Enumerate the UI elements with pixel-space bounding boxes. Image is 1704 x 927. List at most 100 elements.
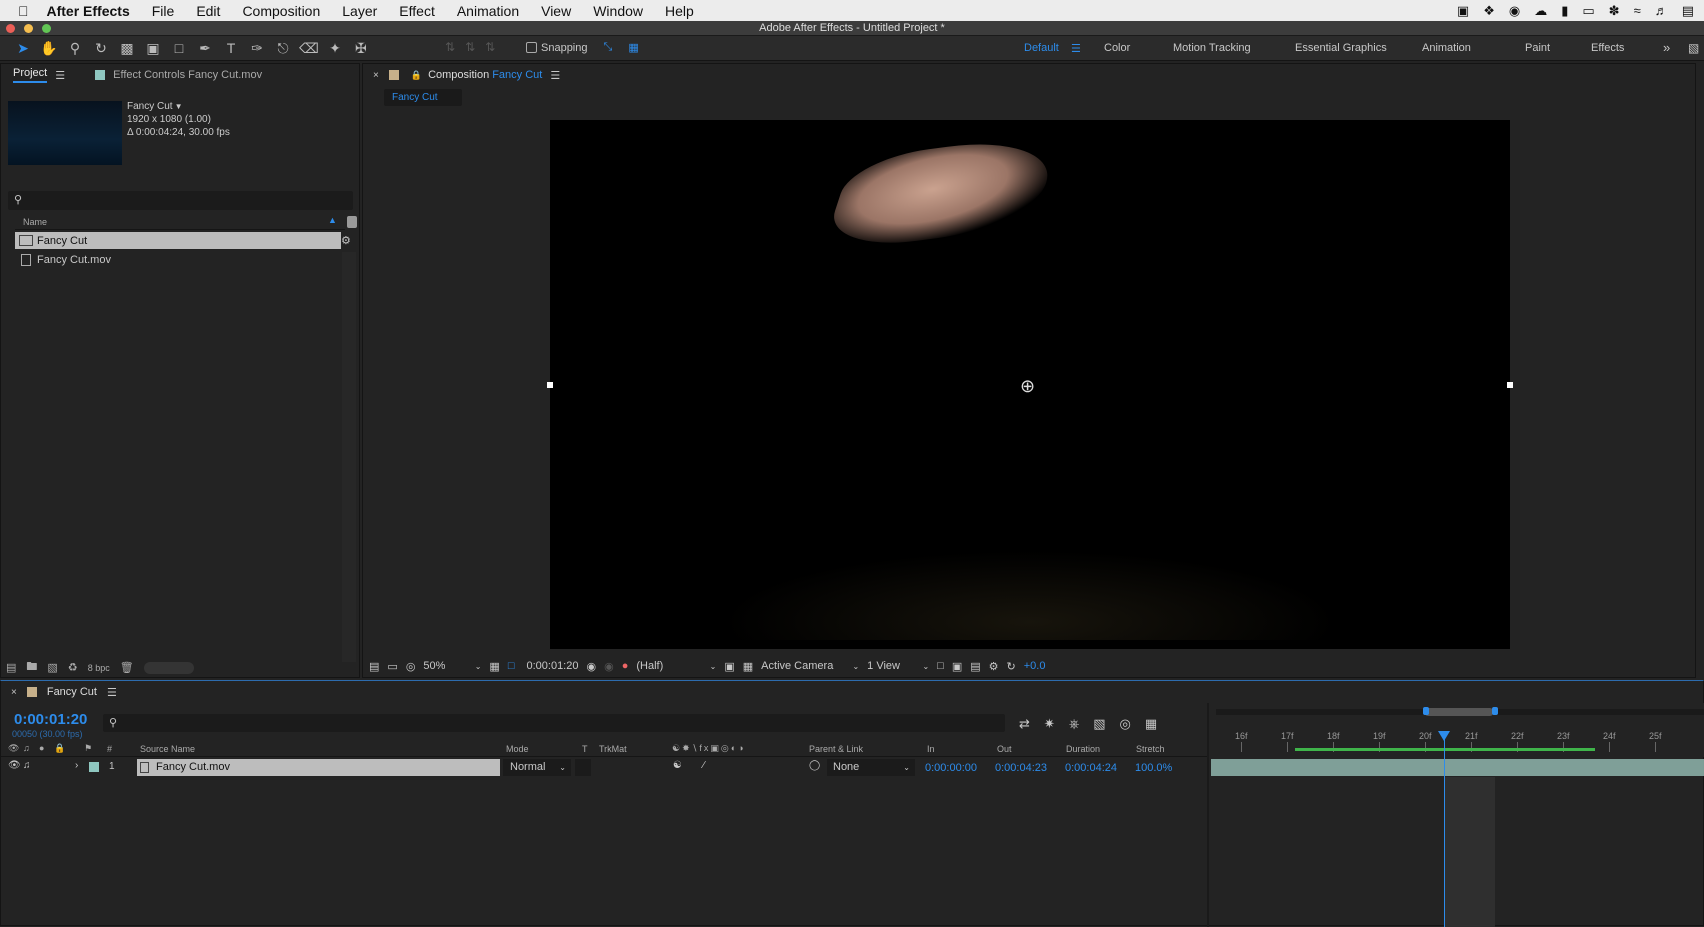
trash-icon[interactable]: 🗑 [120,661,134,674]
zoom-window-button[interactable] [42,24,51,33]
project-search-input[interactable]: ⚲ [8,191,353,210]
workspace-animation[interactable]: Animation [1422,42,1471,54]
flowchart-view-icon[interactable]: ⚙ [989,660,999,673]
audio-toggle-header-icon[interactable]: ♫ [23,743,30,753]
minimize-window-button[interactable] [24,24,33,33]
switches-header-icons[interactable]: ☯✸∖fx▣◎◐◑ [672,743,746,754]
creative-cloud-icon[interactable]: ◉ [1509,3,1520,19]
volume-icon[interactable]: ♬ [1655,3,1668,18]
menu-edit[interactable]: Edit [196,3,220,19]
quality-switch-icon[interactable]: ∕ [703,760,705,771]
more-workspaces-icon[interactable]: » [1663,40,1670,55]
project-scrollbar[interactable] [342,252,356,662]
new-folder-icon[interactable]: 🖿 [26,658,37,677]
always-preview-icon[interactable]: ▤ [369,660,379,673]
project-item-fancy-cut-mov[interactable]: Fancy Cut.mov [15,251,325,268]
layer-number-header[interactable]: # [107,744,112,754]
menu-file[interactable]: File [152,3,175,19]
comp-panel-menu-icon[interactable]: ☰ [550,69,560,82]
tab-composition-label[interactable]: Composition [428,69,489,81]
close-window-button[interactable] [6,24,15,33]
wifi-icon[interactable]: ≈ [1634,3,1641,18]
label-column-icon[interactable] [347,216,357,228]
camera-dropdown[interactable]: Active Camera ⌄ [761,660,859,672]
safe-margins-icon[interactable]: ▦ [489,660,499,673]
zoom-tool-icon[interactable]: ⚲ [63,37,87,59]
notification-icon[interactable]: ▤ [1682,3,1694,19]
magnification-dropdown[interactable]: 50% ⌄ [423,660,481,672]
video-toggle-header-icon[interactable]: 👁 [8,743,19,754]
tab-composition-name[interactable]: Fancy Cut [492,69,542,81]
monitor-icon[interactable]: ▭ [387,660,397,673]
lock-icon[interactable]: 🔒 [411,70,422,81]
duration-header[interactable]: Duration [1066,744,1100,754]
rotation-tool-icon[interactable]: ↻ [89,37,113,59]
t-header[interactable]: T [582,744,588,754]
layer-track-bar[interactable] [1211,759,1704,776]
type-tool-icon[interactable]: T [219,37,243,59]
fit-to-window-icon[interactable]: ▣ [952,660,962,673]
parent-header[interactable]: Parent & Link [809,744,863,754]
dropbox-icon[interactable]: ❖ [1483,3,1495,19]
video-visible-icon[interactable]: 👁 [8,760,21,771]
timeline-link-icon[interactable]: ▤ [970,660,980,673]
workspace-menu-icon[interactable]: ☰ [1071,42,1081,55]
trkmat-header[interactable]: TrkMat [599,744,627,754]
reset-exposure-icon[interactable]: ↻ [1007,660,1016,673]
layer-name-cell[interactable]: Fancy Cut.mov [137,759,500,776]
bit-depth-label[interactable]: 8 bpc [88,663,110,673]
layer-label-color[interactable] [89,762,99,772]
trkmat-cell[interactable] [575,759,591,776]
layer-in-point[interactable]: 0:00:00:00 [925,762,977,774]
solo-header-icon[interactable]: ● [39,743,44,753]
layer-duration[interactable]: 0:00:04:24 [1065,762,1117,774]
composition-viewer[interactable]: ⊕ [550,120,1510,649]
mode-header[interactable]: Mode [506,744,529,754]
color-channels-icon[interactable]: ● [622,660,629,672]
column-name-header[interactable]: Name [23,217,47,227]
layer-mode-dropdown[interactable]: Normal ⌄ [503,759,571,776]
rectangle-tool-icon[interactable]: □ [167,37,191,59]
pan-behind-tool-icon[interactable]: ▣ [141,37,165,59]
cloud-upload-icon[interactable]: ☁ [1534,3,1547,19]
preview-item-name[interactable]: Fancy Cut ▼ [127,100,230,113]
layer-handle-left[interactable] [547,382,553,388]
composition-mini-flowchart-icon[interactable]: ⇄ [1019,716,1030,732]
render-queue-icon[interactable]: ♻ [68,661,78,674]
frame-blending-icon[interactable]: ▧ [1093,716,1105,732]
project-thumbnail-slider[interactable] [143,661,194,674]
work-area-bar[interactable] [1295,748,1595,751]
timeline-search-input[interactable]: ⚲ [103,714,1005,732]
flowchart-icon[interactable]: ⚙ [341,234,351,247]
brush-tool-icon[interactable]: ✑ [245,37,269,59]
comp-breadcrumb[interactable]: Fancy Cut [384,89,462,106]
layer-row[interactable]: 👁 ♫ › 1 Fancy Cut.mov Normal ⌄ ☯ ∕ ◯ Non… [1,759,1207,776]
region-of-interest-icon[interactable]: □ [508,660,515,672]
menu-composition[interactable]: Composition [242,3,320,19]
hide-shy-layers-icon[interactable]: ⎈ [1069,716,1079,732]
in-header[interactable]: In [927,744,935,754]
apple-icon[interactable]:  [18,3,29,19]
snap-features-icon[interactable]: ▦ [628,41,638,54]
workspace-motion-tracking[interactable]: Motion Tracking [1173,42,1251,54]
menu-app-name[interactable]: After Effects [47,3,130,19]
workspace-color[interactable]: Color [1104,42,1130,54]
menu-effect[interactable]: Effect [399,3,435,19]
time-navigator-end-handle[interactable] [1492,707,1498,715]
stretch-header[interactable]: Stretch [1136,744,1165,754]
parent-pickwhip-icon[interactable]: ◯ [809,760,820,771]
roto-brush-tool-icon[interactable]: ✦ [323,37,347,59]
time-navigator-start-handle[interactable] [1423,707,1429,715]
layer-stretch[interactable]: 100.0% [1135,762,1172,774]
graph-editor-icon[interactable]: ▦ [1145,716,1157,732]
exposure-value[interactable]: +0.0 [1024,660,1046,672]
selection-tool-icon[interactable]: ➤ [11,37,35,59]
view-layout-dropdown[interactable]: 1 View ⌄ [867,660,929,672]
status-bar-icon-1[interactable]: ▣ [1457,3,1469,19]
menu-animation[interactable]: Animation [457,3,519,19]
show-snapshot-icon[interactable]: ◉ [604,660,614,673]
tab-project[interactable]: Project [13,67,48,83]
camera-tool-icon[interactable]: ▩ [115,37,139,59]
anchor-point-icon[interactable]: ⊕ [1020,376,1035,397]
project-panel-menu-icon[interactable]: ☰ [55,69,65,82]
